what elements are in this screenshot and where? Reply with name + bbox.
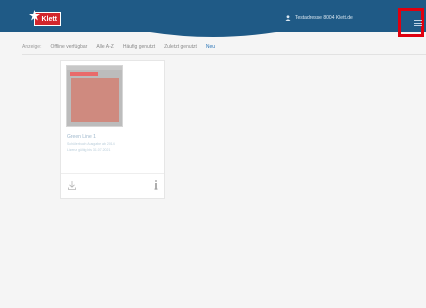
filter-frequent[interactable]: Häufig genutzt [123,44,155,50]
header-wave [0,24,426,37]
book-subtitle: Schülerbuch Ausgabe ab 2014 [67,142,115,146]
user-account[interactable]: Testadresse 8004 Klett.de [285,15,353,21]
klett-star-icon [29,10,40,21]
menu-icon[interactable] [414,20,422,26]
download-icon[interactable] [68,181,76,190]
book-card[interactable]: Green Line 1 Schülerbuch Ausgabe ab 2014… [60,60,165,199]
cover-stripe [67,66,122,70]
filter-new[interactable]: Neu [206,44,215,50]
book-cover[interactable] [66,65,123,127]
filter-recent[interactable]: Zuletzt genutzt [164,44,197,50]
book-title[interactable]: Green Line 1 [67,134,96,140]
filter-all-az[interactable]: Alle A-Z [96,44,114,50]
filter-bar: Anzeige: Offline verfügbar Alle A-Z Häuf… [22,44,215,50]
filter-label: Anzeige: [22,44,42,50]
card-divider [61,173,164,174]
user-label: Testadresse 8004 Klett.de [295,15,353,21]
filter-offline[interactable]: Offline verfügbar [50,44,87,50]
klett-logo[interactable]: Klett [29,10,61,26]
cover-art [71,78,119,122]
info-icon[interactable] [154,180,158,190]
logo-text: Klett [41,15,57,23]
filter-divider [22,54,426,55]
book-license: Lizenz gültig bis 31.07.2021 [67,148,111,152]
cover-title-bar [70,72,98,76]
user-icon [285,15,291,21]
